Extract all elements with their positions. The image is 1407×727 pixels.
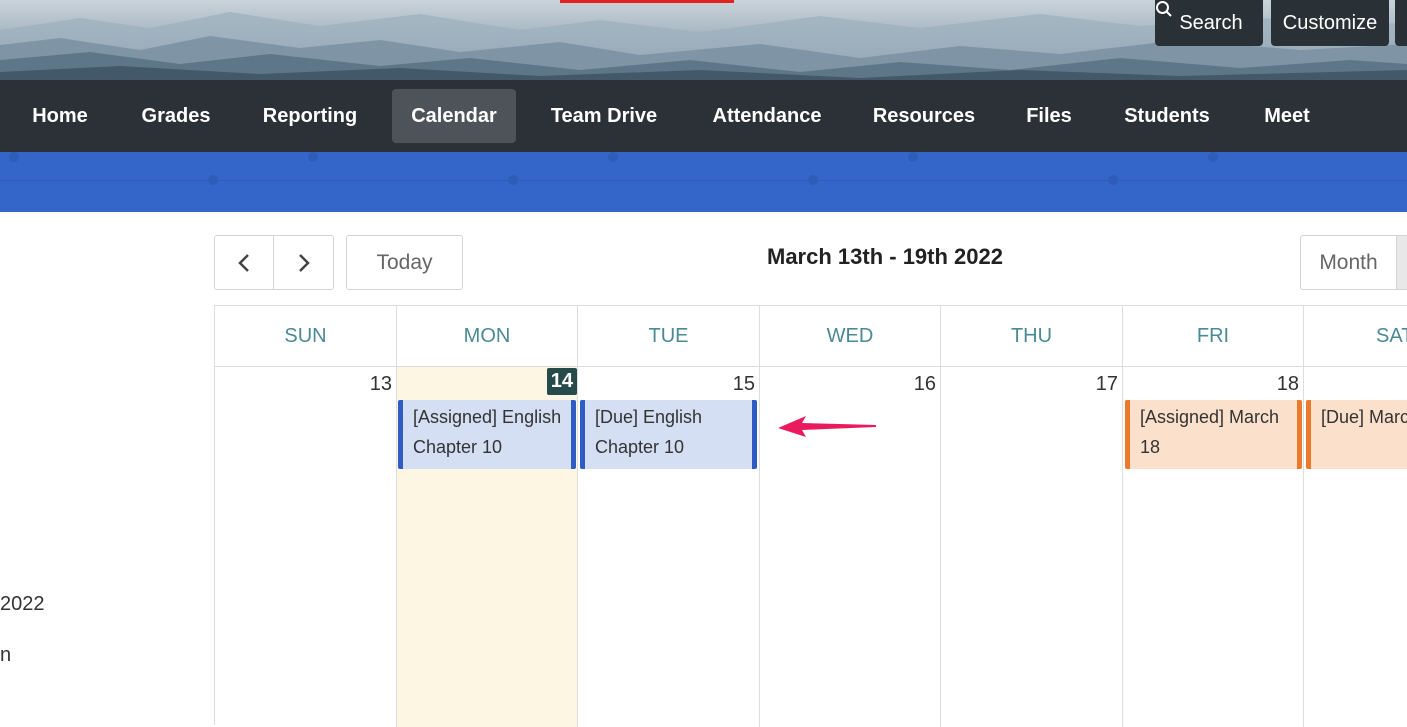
search-icon bbox=[1156, 1, 1172, 17]
day-cell-mon[interactable]: 14 [Assigned] English Chapter 10 bbox=[397, 367, 578, 727]
nav-item-files[interactable]: Files bbox=[1010, 89, 1088, 143]
day-header-label: THU bbox=[1010, 324, 1053, 347]
day-header-sat: SAT bbox=[1304, 306, 1407, 367]
day-header-thu: THU bbox=[941, 306, 1123, 367]
week-view-button[interactable] bbox=[1396, 235, 1407, 290]
day-header-label: FRI bbox=[1196, 324, 1230, 347]
customize-button[interactable]: Customize bbox=[1271, 0, 1389, 46]
nav-item-label: Reporting bbox=[262, 104, 358, 127]
day-header-label: SUN bbox=[284, 324, 327, 347]
banner-dot bbox=[808, 175, 818, 185]
header-banner: Search Customize bbox=[0, 0, 1407, 80]
calendar-event[interactable]: [Assigned] English Chapter 10 bbox=[398, 400, 576, 469]
search-button[interactable]: Search bbox=[1155, 0, 1263, 46]
nav-item-meet[interactable]: Meet bbox=[1246, 89, 1328, 143]
day-header-label: MON bbox=[463, 324, 511, 347]
today-button-label: Today bbox=[376, 250, 433, 274]
nav-item-label: Attendance bbox=[712, 104, 822, 127]
nav-item-label: Home bbox=[32, 104, 88, 127]
day-cell-tue[interactable]: 15 [Due] English Chapter 10 bbox=[578, 367, 760, 727]
banner-dot bbox=[1108, 175, 1118, 185]
calendar-event[interactable]: [Due] English Chapter 10 bbox=[580, 400, 757, 469]
today-button[interactable]: Today bbox=[346, 235, 463, 290]
sidebar-text-fragment: n bbox=[0, 644, 12, 666]
nav-item-label: Calendar bbox=[411, 104, 497, 127]
nav-item-attendance[interactable]: Attendance bbox=[694, 89, 840, 143]
sidebar-text-fragment: 2022 bbox=[0, 593, 45, 615]
day-cell-sat[interactable]: [Due] March bbox=[1304, 367, 1407, 727]
chevron-left-icon bbox=[238, 253, 249, 272]
banner-dot bbox=[608, 152, 618, 162]
banner-dot bbox=[1208, 152, 1218, 162]
day-header-mon: MON bbox=[397, 306, 578, 367]
banner-dot bbox=[508, 175, 518, 185]
chevron-right-icon bbox=[298, 253, 310, 272]
nav-item-calendar[interactable]: Calendar bbox=[392, 89, 516, 143]
nav-item-label: Resources bbox=[872, 104, 976, 127]
day-header-label: SAT bbox=[1376, 324, 1407, 347]
nav-item-grades[interactable]: Grades bbox=[126, 89, 226, 143]
header-accent-bar bbox=[560, 0, 734, 3]
search-button-label: Search bbox=[1179, 11, 1243, 34]
day-header-fri: FRI bbox=[1123, 306, 1304, 367]
nav-item-students[interactable]: Students bbox=[1108, 89, 1226, 143]
calendar-title: March 13th - 19th 2022 bbox=[767, 244, 1003, 269]
banner-dot bbox=[208, 175, 218, 185]
day-number: 18 bbox=[1276, 373, 1299, 395]
header-more-button[interactable] bbox=[1395, 0, 1407, 46]
month-view-button[interactable]: Month bbox=[1300, 235, 1397, 290]
day-number: 13 bbox=[369, 373, 392, 395]
day-header-label: TUE bbox=[648, 324, 689, 347]
annotation-arrow-icon bbox=[778, 416, 876, 437]
page-banner bbox=[0, 152, 1407, 212]
nav-item-resources[interactable]: Resources bbox=[860, 89, 988, 143]
nav-item-team-drive[interactable]: Team Drive bbox=[536, 89, 672, 143]
day-header-wed: WED bbox=[760, 306, 941, 367]
day-header-sun: SUN bbox=[215, 306, 397, 367]
day-header-tue: TUE bbox=[578, 306, 760, 367]
prev-week-button[interactable] bbox=[214, 235, 274, 290]
next-week-button[interactable] bbox=[273, 235, 334, 290]
month-view-label: Month bbox=[1319, 250, 1378, 274]
main-nav: Home Grades Reporting Calendar Team Driv… bbox=[0, 80, 1407, 152]
nav-item-reporting[interactable]: Reporting bbox=[246, 89, 374, 143]
nav-item-label: Meet bbox=[1264, 104, 1310, 127]
day-cell-thu[interactable]: 17 bbox=[941, 367, 1123, 727]
banner-dot bbox=[9, 152, 19, 162]
day-number: 17 bbox=[1095, 373, 1118, 395]
day-header-label: WED bbox=[826, 324, 874, 347]
today-day-number: 14 bbox=[546, 368, 577, 395]
calendar-event[interactable]: [Due] March bbox=[1306, 400, 1407, 469]
customize-button-label: Customize bbox=[1282, 11, 1378, 34]
day-number: 15 bbox=[732, 373, 755, 395]
nav-item-label: Team Drive bbox=[550, 104, 658, 127]
week-calendar-grid: SUN MON TUE WED THU FRI SAT 13 14 [Assig… bbox=[214, 305, 1407, 727]
nav-item-label: Files bbox=[1026, 104, 1072, 127]
nav-item-home[interactable]: Home bbox=[14, 89, 106, 143]
day-cell-fri[interactable]: 18 [Assigned] March 18 bbox=[1123, 367, 1304, 727]
day-number: 16 bbox=[913, 373, 936, 395]
day-cell-sun[interactable]: 13 bbox=[215, 367, 397, 727]
nav-item-label: Grades bbox=[141, 104, 211, 127]
calendar-event[interactable]: [Assigned] March 18 bbox=[1125, 400, 1302, 469]
banner-dot bbox=[308, 152, 318, 162]
nav-item-label: Students bbox=[1124, 104, 1210, 127]
banner-dot bbox=[908, 152, 918, 162]
